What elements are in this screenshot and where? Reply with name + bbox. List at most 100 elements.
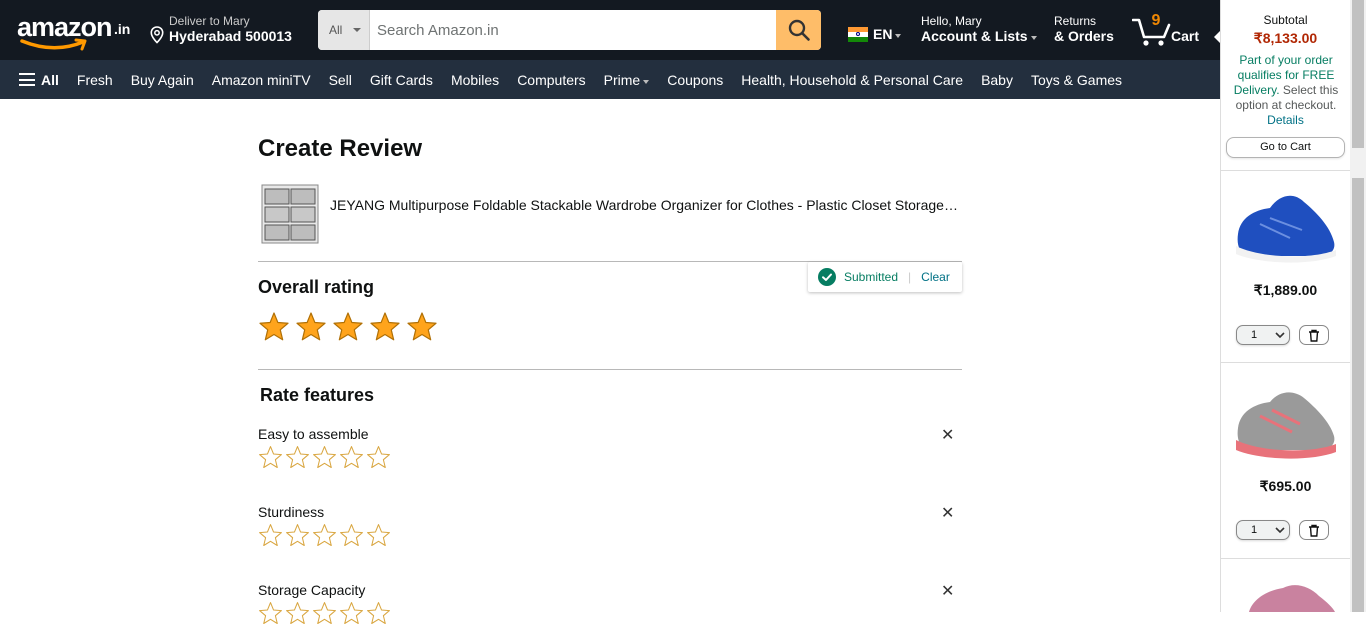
hamburger-icon [19, 73, 35, 86]
star-5-icon[interactable] [366, 445, 391, 470]
star-1-icon[interactable] [258, 445, 283, 470]
delete-button[interactable] [1299, 325, 1329, 345]
search-bar: All [318, 10, 821, 50]
chevron-down-icon [1275, 527, 1285, 534]
quantity-dropdown[interactable]: 1 [1236, 325, 1290, 345]
star-1-icon[interactable] [258, 311, 290, 343]
quantity-dropdown[interactable]: 1 [1236, 520, 1290, 540]
details-link[interactable]: Details [1221, 113, 1350, 127]
scrollbar-thumb-top[interactable] [1352, 0, 1364, 148]
star-3-icon[interactable] [312, 445, 337, 470]
subtotal-label: Subtotal [1263, 13, 1308, 27]
nav-item-health[interactable]: Health, Household & Personal Care [741, 72, 963, 88]
nav-item-mobiles[interactable]: Mobiles [451, 72, 499, 88]
chevron-down-icon [895, 34, 902, 38]
feature-label: Storage Capacity [258, 582, 366, 598]
submission-status: Submitted | Clear [808, 262, 962, 292]
language-selector[interactable]: EN [848, 26, 902, 42]
nav-all-menu[interactable]: All [19, 72, 59, 88]
cart-label: Cart [1171, 28, 1200, 44]
star-2-icon[interactable] [295, 311, 327, 343]
feature-sturdiness: Sturdiness ✕ [258, 504, 962, 564]
scrollbar-thumb[interactable] [1352, 178, 1364, 612]
returns-orders[interactable]: Returns & Orders [1054, 14, 1114, 44]
nav-item-prime-label: Prime [603, 71, 641, 88]
close-icon[interactable]: ✕ [941, 581, 954, 601]
nav-item-gift-cards[interactable]: Gift Cards [370, 72, 433, 88]
product-thumbnail [261, 184, 319, 244]
flyout-notch [1214, 31, 1220, 43]
cart-item-price: ₹1,889.00 [1253, 282, 1318, 298]
rate-features-heading: Rate features [260, 385, 375, 405]
feature-label: Sturdiness [258, 504, 325, 520]
star-1-icon[interactable] [258, 601, 283, 626]
scrollbar[interactable] [1350, 0, 1366, 612]
nav-item-minitv[interactable]: Amazon miniTV [212, 72, 311, 88]
nav-item-toys-games[interactable]: Toys & Games [1031, 72, 1122, 88]
chevron-down-icon [1275, 332, 1285, 339]
nav-item-buy-again[interactable]: Buy Again [131, 72, 194, 88]
star-4-icon[interactable] [339, 523, 364, 548]
feature-stars [258, 601, 393, 626]
language-code: EN [873, 26, 893, 42]
cart-item: ₹1,889.00 1 [1221, 170, 1350, 362]
orders-label: & Orders [1054, 28, 1114, 44]
nav-bar: All Fresh Buy Again Amazon miniTV Sell G… [0, 60, 1220, 99]
chevron-down-icon [1030, 36, 1037, 40]
deliver-location: Hyderabad 500013 [169, 28, 292, 44]
cart-button[interactable]: 9 Cart [1132, 12, 1207, 48]
account-lists[interactable]: Hello, Mary Account & Lists [921, 14, 1037, 44]
location-pin-icon [150, 26, 164, 44]
star-3-icon[interactable] [312, 601, 337, 626]
go-to-cart-button[interactable]: Go to Cart [1226, 137, 1345, 158]
subtotal-amount: ₹8,133.00 [1253, 30, 1318, 46]
nav-item-fresh[interactable]: Fresh [77, 72, 113, 88]
product-title[interactable]: JEYANG Multipurpose Foldable Stackable W… [330, 197, 960, 213]
star-2-icon[interactable] [285, 523, 310, 548]
star-1-icon[interactable] [258, 523, 283, 548]
divider [1221, 558, 1350, 559]
star-5-icon[interactable] [366, 523, 391, 548]
search-button[interactable] [776, 10, 821, 50]
close-icon[interactable]: ✕ [941, 425, 954, 445]
chevron-down-icon [353, 28, 361, 32]
nav-item-coupons[interactable]: Coupons [667, 72, 723, 88]
nav-item-sell[interactable]: Sell [329, 72, 352, 88]
nav-item-baby[interactable]: Baby [981, 72, 1013, 88]
status-text: Submitted [844, 270, 899, 284]
close-icon[interactable]: ✕ [941, 503, 954, 523]
star-2-icon[interactable] [285, 601, 310, 626]
star-5-icon[interactable] [366, 601, 391, 626]
trash-icon [1309, 524, 1319, 537]
star-4-icon[interactable] [339, 601, 364, 626]
chevron-down-icon [643, 79, 650, 84]
clear-link[interactable]: Clear [921, 270, 950, 284]
star-4-icon[interactable] [339, 445, 364, 470]
amazon-logo[interactable]: amazon .in [17, 12, 132, 51]
smile-arrow-icon [20, 38, 87, 51]
star-5-icon[interactable] [406, 311, 438, 343]
check-circle-icon [818, 268, 836, 286]
star-2-icon[interactable] [285, 445, 310, 470]
separator: | [908, 270, 912, 284]
star-3-icon[interactable] [332, 311, 364, 343]
feature-label: Easy to assemble [258, 426, 369, 442]
logo-tld: .in [114, 21, 131, 37]
search-input[interactable] [370, 10, 776, 50]
star-4-icon[interactable] [369, 311, 401, 343]
cart-item-price: ₹695.00 [1259, 478, 1312, 494]
feature-stars [258, 445, 393, 470]
product-image-shoe-blue [1236, 195, 1336, 263]
page-title: Create Review [258, 135, 423, 162]
nav-item-computers[interactable]: Computers [517, 72, 585, 88]
feature-stars [258, 523, 393, 548]
search-category-dropdown[interactable]: All [318, 10, 370, 50]
product-image-shoe-grey [1236, 392, 1336, 459]
nav-item-prime[interactable]: Prime [604, 72, 650, 88]
free-delivery-note: Part of your order qualifies for FREE De… [1227, 53, 1345, 113]
feature-easy-to-assemble: Easy to assemble ✕ [258, 426, 962, 486]
search-category-value: All [329, 23, 343, 37]
star-3-icon[interactable] [312, 523, 337, 548]
delete-button[interactable] [1299, 520, 1329, 540]
cart-flyout: Subtotal ₹8,133.00 Part of your order qu… [1214, 0, 1350, 612]
